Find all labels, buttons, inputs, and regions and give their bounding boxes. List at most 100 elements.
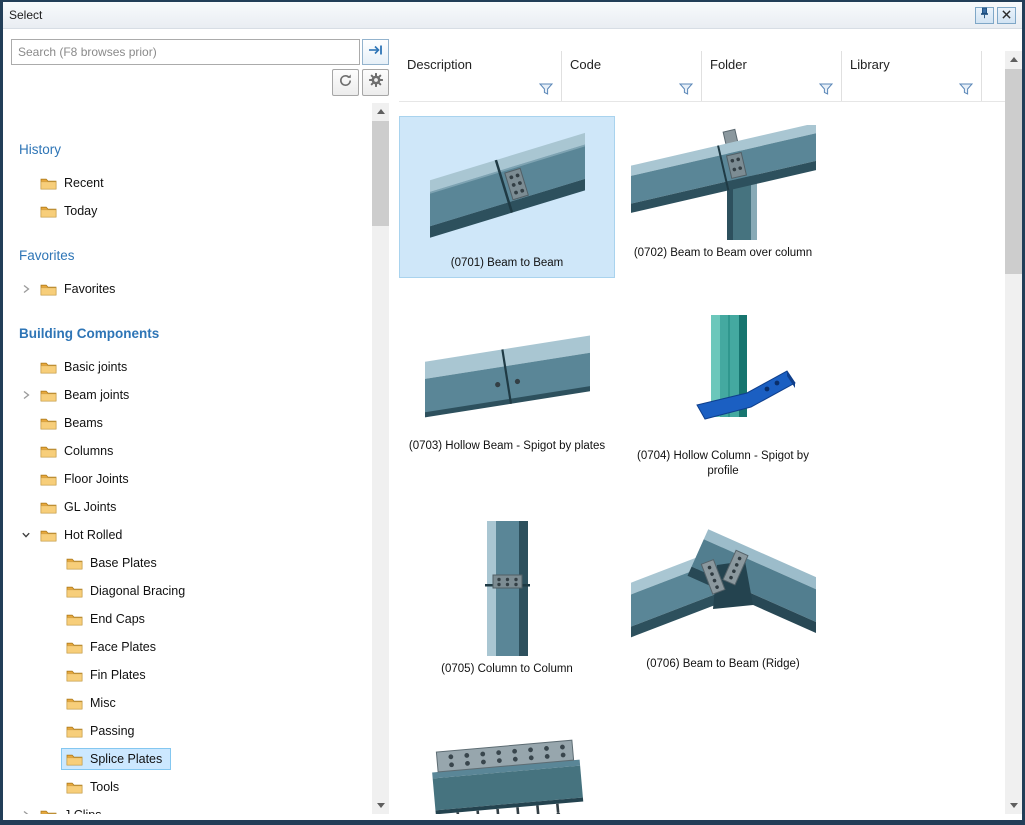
tree-item-label: Diagonal Bracing xyxy=(90,584,185,598)
tree-item-floor-joints[interactable]: Floor Joints xyxy=(11,465,372,493)
folder-icon xyxy=(66,641,83,654)
chevron-right-icon[interactable] xyxy=(17,390,35,400)
scrollbar-thumb[interactable] xyxy=(372,121,389,226)
refresh-button[interactable] xyxy=(332,69,359,96)
folder-icon xyxy=(40,417,57,430)
catalog-scrollbar[interactable] xyxy=(1005,51,1022,814)
folder-icon xyxy=(66,753,83,766)
column-label: Folder xyxy=(710,55,835,77)
tree-section-history[interactable]: History xyxy=(11,139,372,169)
tree-item-favorites[interactable]: Favorites xyxy=(11,275,372,303)
tree-item-label: GL Joints xyxy=(64,500,116,514)
tree-item-label: Basic joints xyxy=(64,360,127,374)
thumbnail-hollow-beam-spigot-plates xyxy=(425,313,590,433)
tree-item-beam-joints[interactable]: Beam joints xyxy=(11,381,372,409)
catalog-item-label: (0702) Beam to Beam over column xyxy=(634,246,812,261)
titlebar[interactable]: Select xyxy=(3,2,1022,29)
tree-item-end-caps[interactable]: End Caps xyxy=(11,605,372,633)
tree-item-j-clips[interactable]: J Clips xyxy=(11,801,372,814)
folder-icon xyxy=(66,585,83,598)
filter-icon[interactable] xyxy=(537,81,555,97)
tree-item-beams[interactable]: Beams xyxy=(11,409,372,437)
folder-icon xyxy=(66,725,83,738)
tree-item-diagonal-bracing[interactable]: Diagonal Bracing xyxy=(11,577,372,605)
tree-item-passing[interactable]: Passing xyxy=(11,717,372,745)
tree-area: History Recent Today Favorites Favorites Buil… xyxy=(11,103,389,814)
tree-item-label: Splice Plates xyxy=(90,752,162,766)
folder-icon xyxy=(40,529,57,542)
catalog-panel: Description Code Folder xyxy=(389,29,1022,820)
tree-item-label: Favorites xyxy=(64,282,115,296)
tree-item-misc[interactable]: Misc xyxy=(11,689,372,717)
pin-button[interactable] xyxy=(975,7,994,24)
catalog-item-0703-hollow-beam-spigot-by-plates[interactable]: (0703) Hollow Beam - Spigot by plates xyxy=(399,304,615,486)
close-button[interactable] xyxy=(997,7,1016,24)
catalog-item-0705-column-to-column[interactable]: (0705) Column to Column xyxy=(399,512,615,684)
folder-icon xyxy=(66,781,83,794)
tree-item-columns[interactable]: Columns xyxy=(11,437,372,465)
folder-icon xyxy=(66,613,83,626)
tree-item-label: Misc xyxy=(90,696,116,710)
folder-icon xyxy=(40,361,57,374)
catalog-item-label: (0704) Hollow Column - Spigot by profile xyxy=(623,449,823,479)
tree-item-label: End Caps xyxy=(90,612,145,626)
tree-section-building-components[interactable]: Building Components xyxy=(11,323,372,353)
scroll-up-icon[interactable] xyxy=(1005,51,1022,68)
settings-button[interactable] xyxy=(362,69,389,96)
chevron-right-icon[interactable] xyxy=(17,284,35,294)
folder-icon xyxy=(66,697,83,710)
filter-icon[interactable] xyxy=(957,81,975,97)
thumbnail-beam-bolted-splice xyxy=(427,719,587,814)
scroll-up-icon[interactable] xyxy=(372,103,389,120)
tree-item-label: Face Plates xyxy=(90,640,156,654)
column-header-code[interactable]: Code xyxy=(562,51,702,101)
column-header-description[interactable]: Description xyxy=(399,51,562,101)
tree-item-today[interactable]: Today xyxy=(11,197,372,225)
catalog-item-0706-beam-to-beam-ridge[interactable]: (0706) Beam to Beam (Ridge) xyxy=(615,512,831,684)
component-grid: (0701) Beam to Beam (0702) Beam to Beam o… xyxy=(399,116,1005,814)
tree-item-tools[interactable]: Tools xyxy=(11,773,372,801)
tree-item-label: Recent xyxy=(64,176,104,190)
catalog-item-0701-beam-to-beam[interactable]: (0701) Beam to Beam xyxy=(399,116,615,278)
chevron-down-icon[interactable] xyxy=(17,530,35,540)
tree-item-basic-joints[interactable]: Basic joints xyxy=(11,353,372,381)
tree-item-hot-rolled[interactable]: Hot Rolled xyxy=(11,521,372,549)
column-label: Code xyxy=(570,55,695,77)
catalog-item-label: (0706) Beam to Beam (Ridge) xyxy=(646,657,799,672)
search-row xyxy=(11,39,389,65)
catalog-item-0702-beam-to-beam-over-column[interactable]: (0702) Beam to Beam over column xyxy=(615,116,831,278)
tree-section-favorites[interactable]: Favorites xyxy=(11,245,372,275)
catalog-item-beam-bolted-splice[interactable] xyxy=(399,710,615,814)
folder-icon xyxy=(66,669,83,682)
tree-scrollbar[interactable] xyxy=(372,103,389,814)
chevron-right-icon[interactable] xyxy=(17,810,35,814)
tree-item-label: Columns xyxy=(64,444,113,458)
tree-item-recent[interactable]: Recent xyxy=(11,169,372,197)
search-go-button[interactable] xyxy=(362,39,389,65)
catalog-item-0704-hollow-column-spigot-by-profile[interactable]: (0704) Hollow Column - Spigot by profile xyxy=(615,304,831,486)
tree-item-label: Base Plates xyxy=(90,556,157,570)
thumbnail-hollow-column-spigot-profile xyxy=(651,313,796,443)
filter-icon[interactable] xyxy=(817,81,835,97)
tree-item-gl-joints[interactable]: GL Joints xyxy=(11,493,372,521)
tree-item-splice-plates[interactable]: Splice Plates xyxy=(11,745,372,773)
catalog-item-label: (0703) Hollow Beam - Spigot by plates xyxy=(409,439,605,454)
tree-item-fin-plates[interactable]: Fin Plates xyxy=(11,661,372,689)
column-header-library[interactable]: Library xyxy=(842,51,982,101)
scroll-down-icon[interactable] xyxy=(1005,797,1022,814)
folder-icon xyxy=(40,205,57,218)
gear-icon xyxy=(368,72,384,93)
tree-item-base-plates[interactable]: Base Plates xyxy=(11,549,372,577)
scrollbar-thumb[interactable] xyxy=(1005,69,1022,274)
column-header-folder[interactable]: Folder xyxy=(702,51,842,101)
tree-item-face-plates[interactable]: Face Plates xyxy=(11,633,372,661)
folder-icon xyxy=(40,501,57,514)
search-input[interactable] xyxy=(11,39,360,65)
folder-icon xyxy=(40,445,57,458)
scroll-down-icon[interactable] xyxy=(372,797,389,814)
select-dialog: Select xyxy=(0,0,1025,825)
tree-item-label: Passing xyxy=(90,724,134,738)
folder-icon xyxy=(40,283,57,296)
filter-icon[interactable] xyxy=(677,81,695,97)
folder-icon xyxy=(40,389,57,402)
